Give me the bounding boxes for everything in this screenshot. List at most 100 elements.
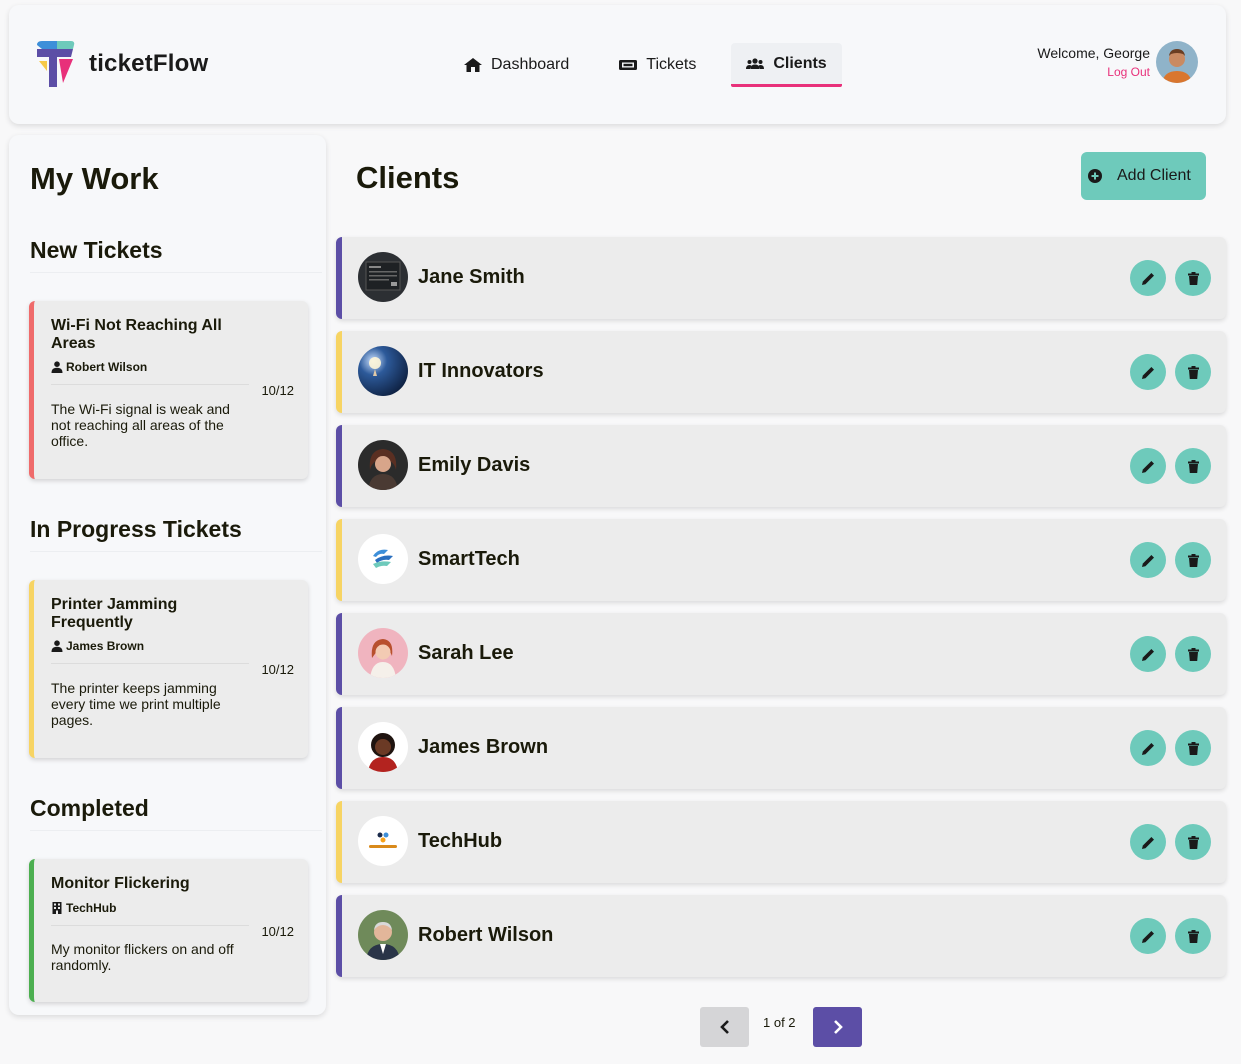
- client-row[interactable]: TechHub: [336, 801, 1226, 883]
- app-logo[interactable]: ticketFlow: [33, 39, 208, 89]
- delete-button[interactable]: [1175, 448, 1211, 484]
- add-client-button[interactable]: Add Client: [1081, 152, 1206, 200]
- ticket-description: My monitor flickers on and off randomly.: [51, 941, 234, 973]
- client-avatar: [358, 722, 408, 772]
- client-name: SmartTech: [418, 548, 520, 570]
- ticket-requester-name: TechHub: [66, 901, 117, 915]
- user-icon: [51, 640, 63, 652]
- ticket-requester: TechHub: [51, 901, 116, 915]
- add-client-label: Add Client: [1117, 167, 1191, 184]
- client-name: TechHub: [418, 830, 503, 852]
- user-menu: Welcome, George Log Out: [1037, 41, 1198, 83]
- ticket-title: Wi-Fi Not Reaching All Areas: [51, 317, 222, 352]
- client-row[interactable]: IT Innovators: [336, 331, 1226, 413]
- ticket-divider: [51, 925, 249, 926]
- client-row[interactable]: Jane Smith: [336, 237, 1226, 319]
- edit-button[interactable]: [1130, 354, 1166, 390]
- app-name: ticketFlow: [89, 50, 209, 77]
- client-avatar: [358, 252, 408, 302]
- ticket-card[interactable]: Monitor Flickering TechHub 10/12 My moni…: [29, 859, 308, 1002]
- section-divider: [30, 272, 322, 273]
- home-icon: [464, 58, 482, 72]
- nav-dashboard-label: Dashboard: [491, 56, 570, 73]
- nav-dashboard[interactable]: Dashboard: [449, 43, 584, 87]
- client-logo: [358, 816, 408, 866]
- client-name: IT Innovators: [418, 360, 544, 382]
- ticket-card[interactable]: Wi-Fi Not Reaching All Areas Robert Wils…: [29, 301, 308, 479]
- edit-button[interactable]: [1130, 448, 1166, 484]
- ticket-date: 10/12: [261, 924, 294, 939]
- client-row[interactable]: Sarah Lee: [336, 613, 1226, 695]
- client-logo: [358, 346, 408, 396]
- user-text: Welcome, George Log Out: [1037, 45, 1150, 79]
- edit-button[interactable]: [1130, 824, 1166, 860]
- delete-button[interactable]: [1175, 636, 1211, 672]
- delete-button[interactable]: [1175, 354, 1211, 390]
- pencil-icon: [1141, 742, 1154, 755]
- delete-button[interactable]: [1175, 730, 1211, 766]
- user-icon: [51, 361, 63, 373]
- trash-icon: [1187, 553, 1199, 567]
- ticket-date: 10/12: [261, 662, 294, 677]
- ticket-title: Monitor Flickering: [51, 875, 190, 892]
- section-divider: [30, 551, 322, 552]
- trash-icon: [1187, 647, 1199, 661]
- pencil-icon: [1141, 460, 1154, 473]
- nav-clients-label: Clients: [773, 54, 827, 72]
- pencil-icon: [1141, 366, 1154, 379]
- client-avatar: [358, 440, 408, 490]
- edit-button[interactable]: [1130, 542, 1166, 578]
- section-new-tickets: New Tickets: [30, 237, 163, 263]
- ticket-date: 10/12: [261, 383, 294, 398]
- chevron-left-icon: [719, 1020, 729, 1034]
- welcome-text: Welcome, George: [1037, 45, 1150, 61]
- pencil-icon: [1141, 554, 1154, 567]
- ticket-divider: [51, 663, 249, 664]
- edit-button[interactable]: [1130, 260, 1166, 296]
- edit-button[interactable]: [1130, 918, 1166, 954]
- ticket-title: Printer Jamming Frequently: [51, 596, 178, 631]
- client-name: Jane Smith: [418, 266, 525, 288]
- logout-link[interactable]: Log Out: [1037, 65, 1150, 79]
- client-name: Emily Davis: [418, 454, 531, 476]
- edit-button[interactable]: [1130, 636, 1166, 672]
- trash-icon: [1187, 271, 1199, 285]
- client-row[interactable]: James Brown: [336, 707, 1226, 789]
- top-header: ticketFlow Dashboard Tickets Clients Wel…: [9, 5, 1226, 124]
- nav-tickets[interactable]: Tickets: [604, 43, 711, 87]
- ticket-requester: Robert Wilson: [51, 360, 147, 374]
- delete-button[interactable]: [1175, 918, 1211, 954]
- client-row[interactable]: SmartTech: [336, 519, 1226, 601]
- nav-clients[interactable]: Clients: [731, 43, 842, 87]
- pencil-icon: [1141, 836, 1154, 849]
- trash-icon: [1187, 741, 1199, 755]
- trash-icon: [1187, 835, 1199, 849]
- page-indicator: 1 of 2: [763, 1015, 796, 1030]
- delete-button[interactable]: [1175, 260, 1211, 296]
- main-nav: Dashboard Tickets Clients: [449, 43, 862, 87]
- next-page-button[interactable]: [813, 1007, 862, 1047]
- client-row[interactable]: Emily Davis: [336, 425, 1226, 507]
- client-logo: [358, 534, 408, 584]
- section-divider: [30, 830, 322, 831]
- prev-page-button[interactable]: [700, 1007, 749, 1047]
- client-avatar: [358, 628, 408, 678]
- ticket-requester-name: Robert Wilson: [66, 360, 148, 374]
- ticket-divider: [51, 384, 249, 385]
- edit-button[interactable]: [1130, 730, 1166, 766]
- users-icon: [746, 57, 765, 71]
- building-icon: [51, 902, 63, 914]
- section-completed: Completed: [30, 795, 149, 821]
- client-name: Robert Wilson: [418, 924, 554, 946]
- sidebar-title: My Work: [30, 161, 159, 196]
- client-row[interactable]: Robert Wilson: [336, 895, 1226, 977]
- ticket-card[interactable]: Printer Jamming Frequently James Brown 1…: [29, 580, 308, 758]
- logo-icon: [37, 41, 75, 87]
- ticket-requester-name: James Brown: [66, 639, 145, 653]
- chevron-right-icon: [833, 1020, 843, 1034]
- delete-button[interactable]: [1175, 824, 1211, 860]
- my-work-sidebar: My Work New Tickets Wi-Fi Not Reaching A…: [9, 135, 326, 1015]
- user-avatar[interactable]: [1156, 41, 1198, 83]
- delete-button[interactable]: [1175, 542, 1211, 578]
- ticket-requester: James Brown: [51, 639, 144, 653]
